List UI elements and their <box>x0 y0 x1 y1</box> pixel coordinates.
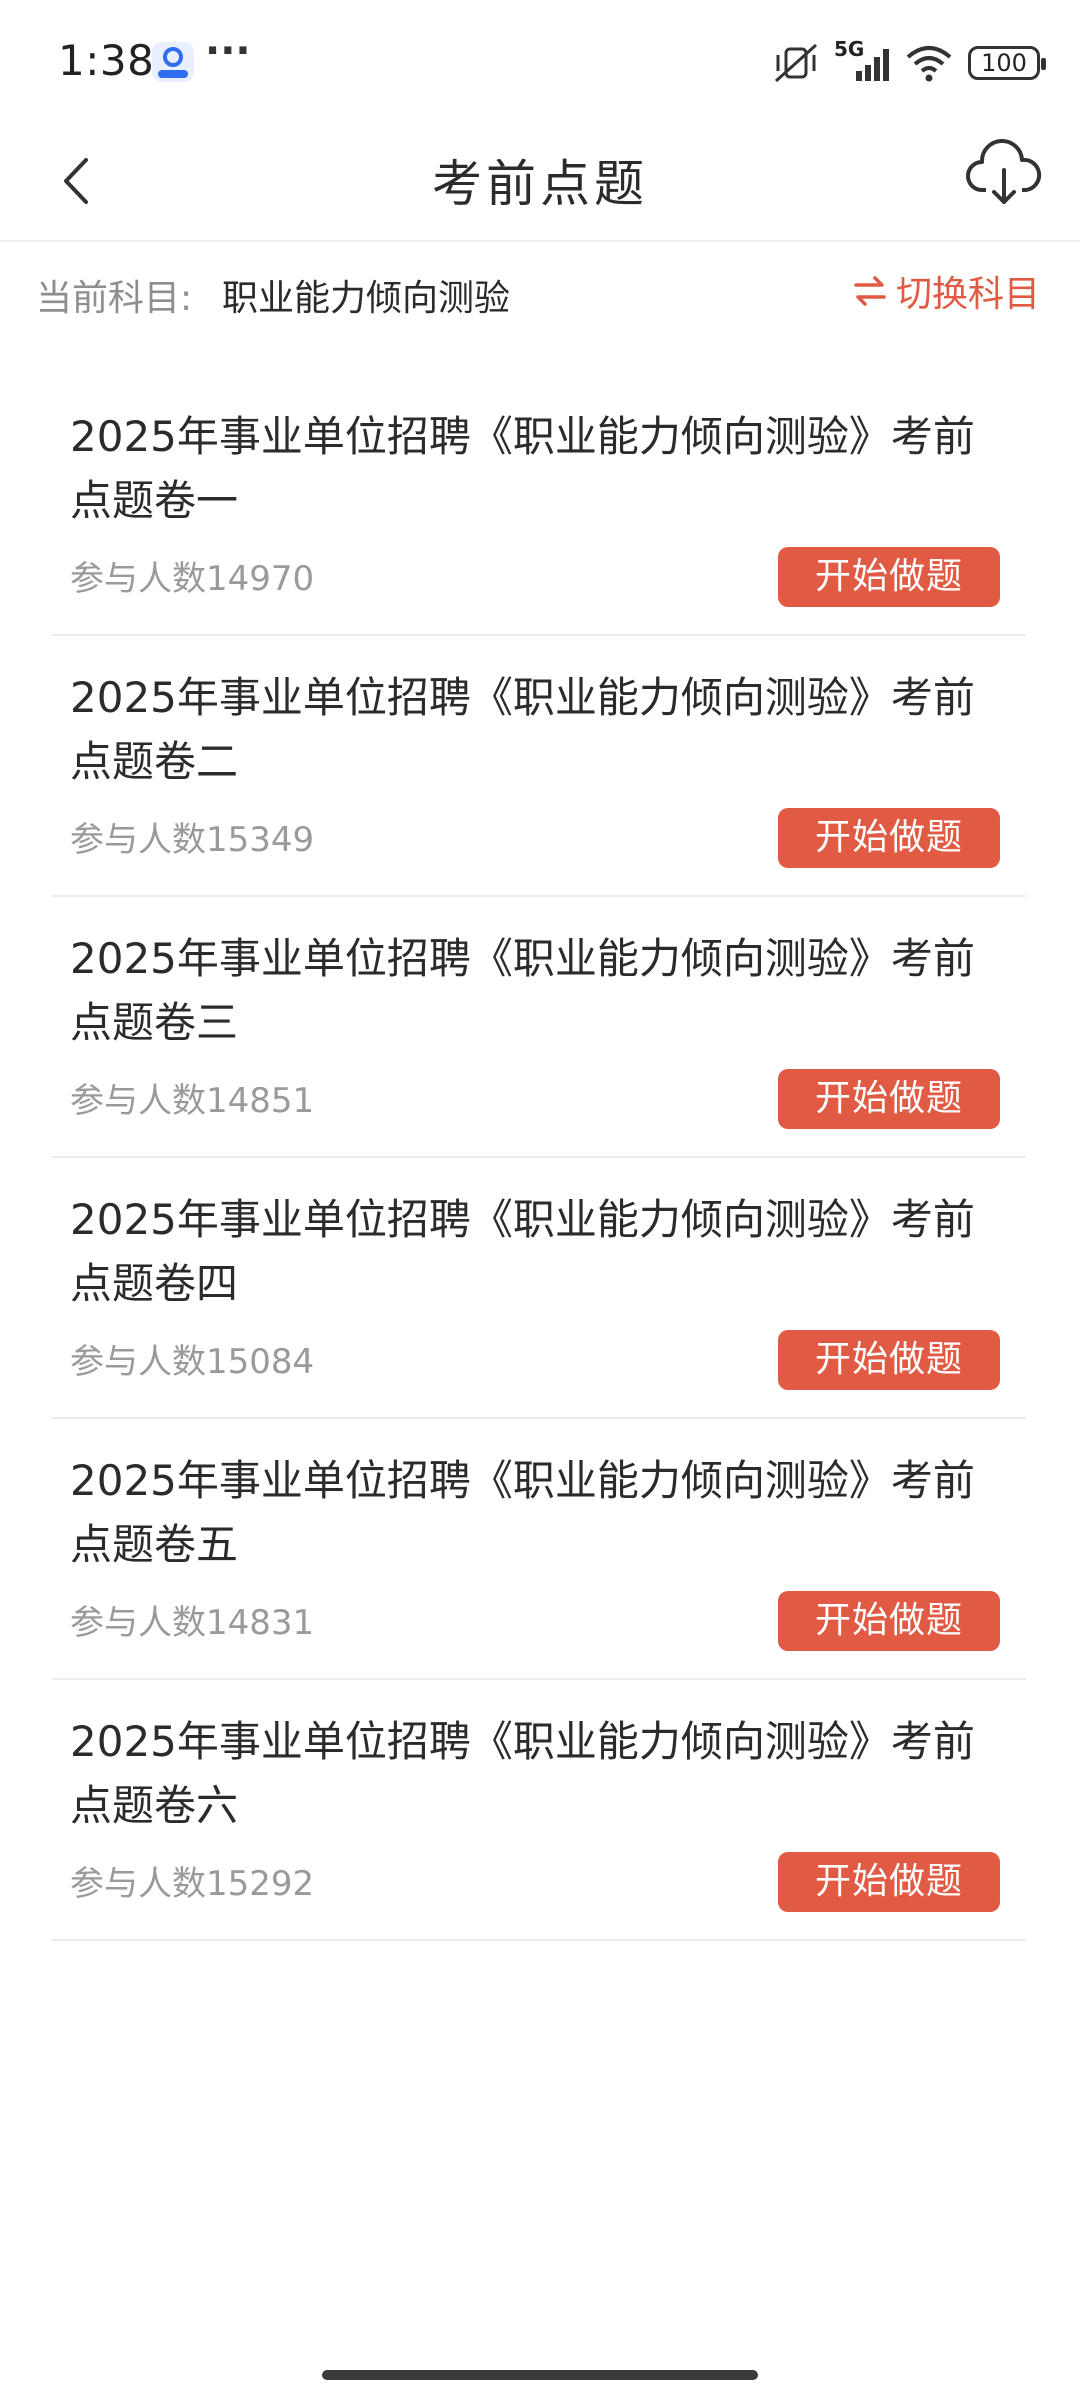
swap-icon <box>854 276 886 306</box>
list-item[interactable]: 2025年事业单位招聘《职业能力倾向测验》考前点题卷四 参与人数15084 开始… <box>52 1158 1026 1419</box>
list-item[interactable]: 2025年事业单位招聘《职业能力倾向测验》考前点题卷五 参与人数14831 开始… <box>52 1419 1026 1680</box>
wifi-icon <box>906 46 952 82</box>
signal-group: 5G <box>834 37 890 85</box>
participant-count: 参与人数15292 <box>70 1864 315 1904</box>
status-right-group: 5G 100 <box>772 37 1046 88</box>
start-button[interactable]: 开始做题 <box>778 1852 1000 1912</box>
item-title: 2025年事业单位招聘《职业能力倾向测验》考前点题卷五 <box>70 1456 975 1569</box>
participant-count: 参与人数14851 <box>70 1081 315 1121</box>
home-indicator[interactable] <box>322 2370 758 2380</box>
item-title: 2025年事业单位招聘《职业能力倾向测验》考前点题卷四 <box>70 1195 975 1308</box>
participant-count: 参与人数14831 <box>70 1603 315 1643</box>
item-title: 2025年事业单位招聘《职业能力倾向测验》考前点题卷六 <box>70 1717 975 1830</box>
start-button[interactable]: 开始做题 <box>778 1069 1000 1129</box>
nav-bar: 考前点题 <box>0 120 1080 242</box>
status-time: 1:38 <box>58 36 155 85</box>
signal-icon <box>856 49 889 81</box>
subject-row: 当前科目: 职业能力倾向测验 切换科目 <box>0 245 1080 345</box>
subject-label: 当前科目: <box>36 278 193 319</box>
status-bar: 1:38 ··· 5G 100 <box>0 0 1080 120</box>
participant-count: 参与人数15084 <box>70 1342 315 1382</box>
switch-subject-button[interactable]: 切换科目 <box>852 265 1040 317</box>
start-button[interactable]: 开始做题 <box>778 808 1000 868</box>
subject-value: 职业能力倾向测验 <box>222 278 511 319</box>
cloud-download-icon[interactable] <box>964 136 1044 216</box>
start-button[interactable]: 开始做题 <box>778 1330 1000 1390</box>
start-button[interactable]: 开始做题 <box>778 547 1000 607</box>
list-item[interactable]: 2025年事业单位招聘《职业能力倾向测验》考前点题卷六 参与人数15292 开始… <box>52 1680 1026 1941</box>
status-more-dots: ··· <box>205 28 251 74</box>
participant-count: 参与人数14970 <box>70 559 315 599</box>
list-item[interactable]: 2025年事业单位招聘《职业能力倾向测验》考前点题卷三 参与人数14851 开始… <box>52 897 1026 1158</box>
app-badge-icon <box>152 42 194 82</box>
page-title: 考前点题 <box>432 155 648 213</box>
item-title: 2025年事业单位招聘《职业能力倾向测验》考前点题卷二 <box>70 673 975 786</box>
item-title: 2025年事业单位招聘《职业能力倾向测验》考前点题卷三 <box>70 934 975 1047</box>
list-item[interactable]: 2025年事业单位招聘《职业能力倾向测验》考前点题卷二 参与人数15349 开始… <box>52 636 1026 897</box>
item-title: 2025年事业单位招聘《职业能力倾向测验》考前点题卷一 <box>70 412 975 525</box>
participant-count: 参与人数15349 <box>70 820 315 860</box>
battery-indicator: 100 <box>968 46 1046 80</box>
switch-subject-label: 切换科目 <box>895 274 1040 315</box>
vibrate-off-icon <box>774 43 818 83</box>
start-button[interactable]: 开始做题 <box>778 1591 1000 1651</box>
exam-list: 2025年事业单位招聘《职业能力倾向测验》考前点题卷一 参与人数14970 开始… <box>52 375 1026 1941</box>
list-item[interactable]: 2025年事业单位招聘《职业能力倾向测验》考前点题卷一 参与人数14970 开始… <box>52 375 1026 636</box>
